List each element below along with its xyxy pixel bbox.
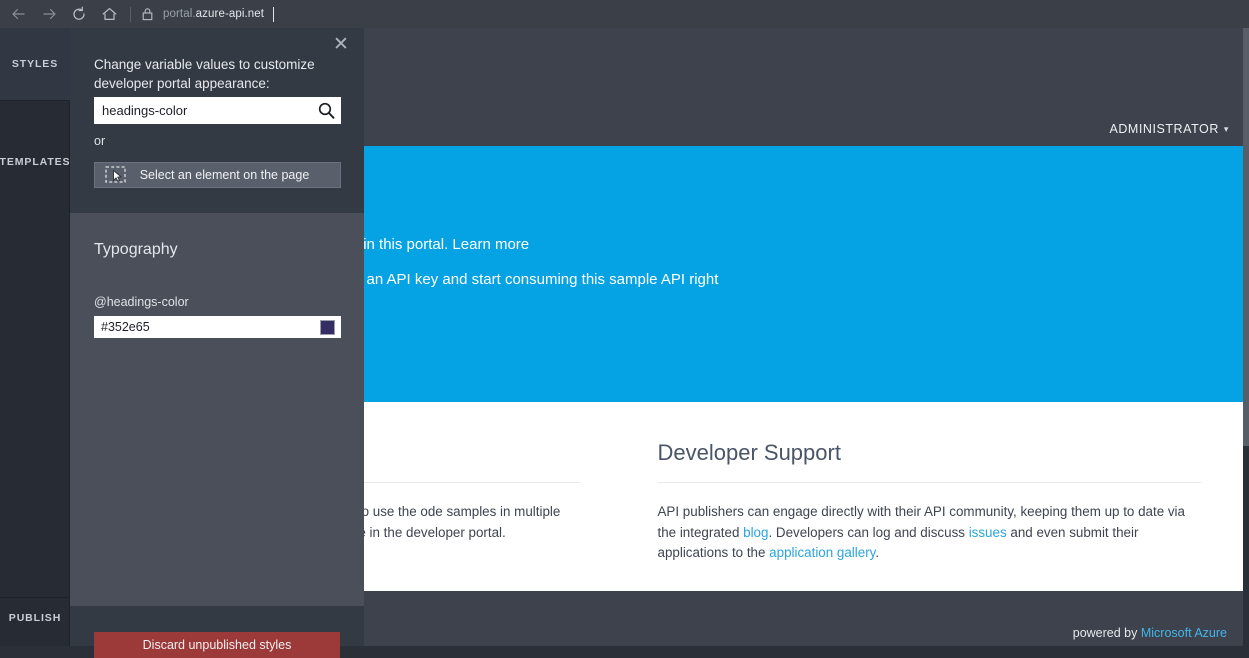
address-bar[interactable]: portal.azure-api.net <box>163 8 264 20</box>
chevron-down-icon: ▾ <box>1224 124 1229 135</box>
rail-tab-publish[interactable]: PUBLISH <box>0 598 70 646</box>
lock-icon <box>138 7 156 21</box>
developer-support-title: Developer Support <box>658 440 1202 466</box>
select-element-button-label: Select an element on the page <box>131 168 340 182</box>
publish-section: Discard unpublished styles <box>70 606 364 646</box>
chrome-divider <box>130 7 131 22</box>
forward-arrow-icon[interactable] <box>34 0 64 28</box>
inline-link[interactable]: issues <box>969 525 1007 540</box>
account-menu[interactable]: ADMINISTRATOR ▾ <box>1109 112 1229 146</box>
page-scrollbar[interactable] <box>1243 28 1249 646</box>
rail-tab-publish-label: PUBLISH <box>9 612 61 624</box>
styles-panel-header: ✕ Change variable values to customize de… <box>70 28 364 213</box>
typography-section: Typography @headings-color <box>70 213 364 606</box>
select-element-button[interactable]: Select an element on the page <box>94 162 341 188</box>
inline-link[interactable]: blog <box>743 525 768 540</box>
page-scrollbar-thumb[interactable] <box>1243 28 1249 446</box>
reload-icon[interactable] <box>64 0 94 28</box>
address-bar-caret <box>273 7 274 22</box>
rail-tab-templates-label: TEMPLATES <box>0 156 70 168</box>
typography-section-title: Typography <box>94 241 178 259</box>
account-menu-label: ADMINISTRATOR <box>1109 122 1218 136</box>
rail-tab-styles-label: STYLES <box>12 58 58 70</box>
variable-search-row <box>94 97 341 124</box>
search-icon[interactable] <box>311 97 341 124</box>
color-swatch[interactable] <box>320 320 335 335</box>
footer-prefix: powered by <box>1073 626 1141 640</box>
inline-text: . Developers can log and discuss <box>768 525 968 540</box>
browser-chrome: portal.azure-api.net <box>0 0 1249 28</box>
editor-tab-rail: STYLES TEMPLATES PUBLISH <box>0 28 70 646</box>
or-label: or <box>94 134 105 148</box>
column-divider <box>658 482 1202 483</box>
home-icon[interactable] <box>94 0 124 28</box>
footer-powered-by: powered by Microsoft Azure <box>1073 626 1227 640</box>
rail-tab-styles[interactable]: STYLES <box>0 28 70 101</box>
developer-support-body: API publishers can engage directly with … <box>658 502 1202 564</box>
inline-text: . <box>875 545 879 560</box>
developer-support-column: Developer Support API publishers can eng… <box>622 402 1244 591</box>
search-input[interactable] <box>94 98 311 123</box>
url-prefix: portal. <box>163 8 196 20</box>
rail-tab-templates[interactable]: TEMPLATES <box>0 101 70 598</box>
styles-panel-description: Change variable values to customize deve… <box>94 55 350 93</box>
inline-link[interactable]: application gallery <box>769 545 875 560</box>
headings-color-variable-label: @headings-color <box>94 295 189 309</box>
select-element-cursor-icon <box>101 163 131 187</box>
discard-unpublished-styles-button[interactable]: Discard unpublished styles <box>94 632 340 658</box>
close-icon[interactable]: ✕ <box>330 33 352 55</box>
headings-color-input[interactable] <box>94 317 320 337</box>
headings-color-row <box>94 316 341 338</box>
url-domain: azure-api.net <box>196 8 264 20</box>
styles-panel: ✕ Change variable values to customize de… <box>70 28 364 646</box>
back-arrow-icon[interactable] <box>4 0 34 28</box>
microsoft-azure-link[interactable]: Microsoft Azure <box>1141 626 1227 640</box>
